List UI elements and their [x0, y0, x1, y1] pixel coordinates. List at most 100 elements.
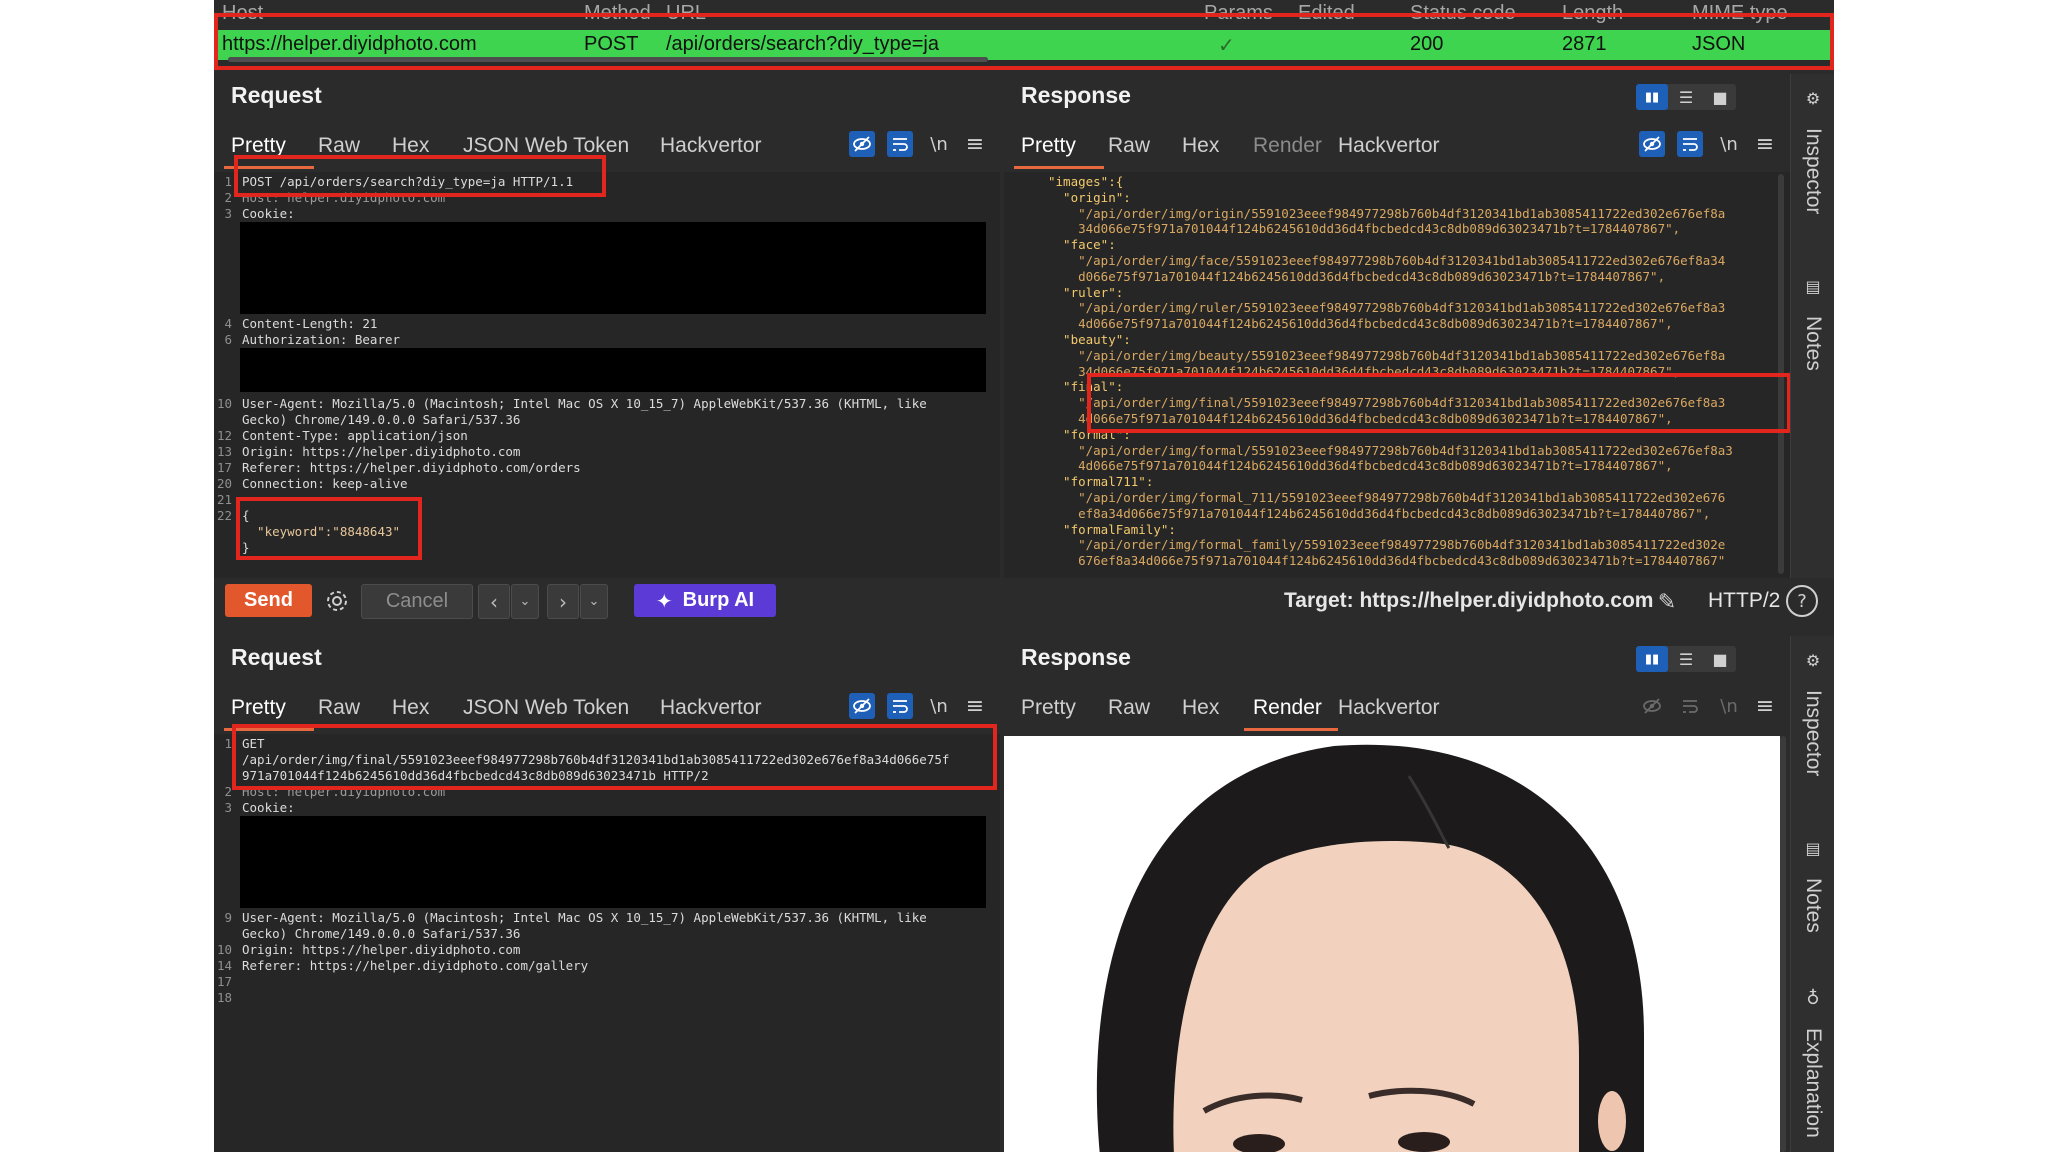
line-number: 13 [216, 444, 232, 459]
split-vertical-icon[interactable]: ▮▮ [1636, 646, 1668, 672]
tab-hex[interactable]: Hex [392, 696, 429, 720]
menu-icon[interactable]: ≡ [1752, 693, 1778, 719]
tab-hackvertor[interactable]: Hackvertor [660, 134, 762, 158]
row-url: /api/orders/search?diy_type=ja [666, 33, 939, 55]
tab-hex[interactable]: Hex [1182, 134, 1219, 158]
pane-title: Request [231, 82, 322, 108]
inspector-tab[interactable]: Inspector [1801, 690, 1825, 776]
split-horizontal-icon[interactable]: ☰ [1670, 646, 1702, 672]
newline-icon[interactable]: \n [1716, 131, 1742, 157]
eye-slash-icon[interactable] [1639, 131, 1665, 157]
origin-header: Origin: https://helper.diyidphoto.com [242, 942, 521, 957]
wrap-icon[interactable] [887, 693, 913, 719]
history-scrollbar[interactable] [228, 57, 988, 62]
user-agent-header: User-Agent: Mozilla/5.0 (Macintosh; Inte… [242, 910, 927, 925]
burp-ai-button[interactable]: ✦ Burp AI [634, 584, 776, 617]
tab-raw[interactable]: Raw [318, 134, 360, 158]
pencil-icon[interactable]: ✎ [1651, 586, 1683, 618]
wrap-icon[interactable] [1677, 131, 1703, 157]
sparkle-icon: ✦ [655, 588, 673, 613]
send-button[interactable]: Send [225, 584, 312, 617]
tab-raw[interactable]: Raw [1108, 696, 1150, 720]
tab-hackvertor[interactable]: Hackvertor [1338, 134, 1440, 158]
cookie-header: Cookie: [242, 206, 295, 221]
newline-icon[interactable]: \n [926, 131, 952, 157]
tab-json-web-token[interactable]: JSON Web Token [463, 134, 629, 158]
repeater-toolbar: Send Cancel ‹ ⌄ › ⌄ ✦ Burp AI Target: ht… [214, 580, 1834, 626]
forward-history-dropdown[interactable]: ⌄ [580, 584, 608, 619]
inspector-icon[interactable]: ⚙ [1801, 86, 1825, 110]
response-json-line: "ruler": [1048, 284, 1124, 300]
split-vertical-icon[interactable]: ▮▮ [1636, 84, 1668, 110]
back-history-dropdown[interactable]: ⌄ [511, 584, 539, 619]
request-editor[interactable]: 1 2 3 9 10 14 17 18 GET /api/order/img/f… [214, 734, 1000, 1152]
col-url[interactable]: URL [666, 2, 706, 25]
menu-icon[interactable]: ≡ [1752, 131, 1778, 157]
cancel-button[interactable]: Cancel [361, 584, 473, 619]
tab-pretty[interactable]: Pretty [231, 134, 286, 158]
col-params[interactable]: Params [1204, 2, 1273, 25]
tab-hex[interactable]: Hex [1182, 696, 1219, 720]
authorization-header: Authorization: Bearer [242, 332, 401, 347]
menu-icon[interactable]: ≡ [962, 131, 988, 157]
burp-repeater-window: Host Method URL Params Edited Status cod… [214, 0, 1834, 1152]
col-mime[interactable]: MIME type [1692, 2, 1788, 25]
notes-tab[interactable]: Notes [1801, 316, 1825, 371]
tab-raw[interactable]: Raw [1108, 134, 1150, 158]
tab-render[interactable]: Render [1253, 696, 1322, 720]
notes-icon[interactable]: ▤ [1801, 274, 1825, 298]
response-json-line: "/api/order/img/formal_family/5591023eee… [1048, 537, 1726, 553]
render-scrollbar[interactable] [1780, 736, 1786, 1152]
col-status[interactable]: Status code [1410, 2, 1516, 25]
line-number: 3 [224, 206, 232, 221]
protocol-label[interactable]: HTTP/2 [1708, 589, 1780, 613]
col-host[interactable]: Host [222, 2, 263, 25]
single-pane-icon[interactable]: ■ [1704, 646, 1736, 672]
gear-icon[interactable] [321, 585, 353, 617]
request-path-cont: 971a701044f124b6245610dd36d4fbcbedcd43c8… [242, 768, 709, 783]
body-open: { [242, 508, 250, 523]
tab-hackvertor[interactable]: Hackvertor [1338, 696, 1440, 720]
response-json-line: "images":{ [1048, 174, 1124, 189]
wrap-icon[interactable] [887, 131, 913, 157]
single-pane-icon[interactable]: ■ [1704, 84, 1736, 110]
lightbulb-icon[interactable]: ♁ [1801, 986, 1825, 1010]
user-agent-cont: Gecko) Chrome/149.0.0.0 Safari/537.36 [242, 412, 521, 427]
response-json-line: 4d066e75f971a701044f124b6245610dd36d4fbc… [1048, 458, 1673, 474]
line-number: 17 [216, 974, 232, 989]
tab-pretty[interactable]: Pretty [231, 696, 286, 720]
response-editor[interactable]: "images":{ "origin": "/api/order/img/ori… [1004, 172, 1790, 578]
tab-pretty[interactable]: Pretty [1021, 134, 1076, 158]
explanation-tab[interactable]: Explanation [1801, 1028, 1825, 1138]
response-scrollbar[interactable] [1778, 174, 1784, 574]
tab-raw[interactable]: Raw [318, 696, 360, 720]
col-length[interactable]: Length [1562, 2, 1623, 25]
col-edited[interactable]: Edited [1298, 2, 1355, 25]
inspector-tab[interactable]: Inspector [1801, 128, 1825, 214]
split-horizontal-icon[interactable]: ☰ [1670, 84, 1702, 110]
eye-slash-icon[interactable] [849, 693, 875, 719]
tab-json-web-token[interactable]: JSON Web Token [463, 696, 629, 720]
body-keyword: "keyword":"8848643" [242, 524, 401, 539]
newline-icon[interactable]: \n [926, 693, 952, 719]
notes-icon[interactable]: ▤ [1801, 836, 1825, 860]
redacted-token [240, 348, 986, 392]
request-editor[interactable]: 1 2 3 4 6 10 12 13 17 20 21 22 POST /api… [214, 172, 1000, 578]
inspector-icon[interactable]: ⚙ [1801, 648, 1825, 672]
eye-slash-icon[interactable] [849, 131, 875, 157]
notes-tab[interactable]: Notes [1801, 878, 1825, 933]
help-icon[interactable]: ? [1786, 585, 1818, 617]
menu-icon[interactable]: ≡ [962, 693, 988, 719]
back-button[interactable]: ‹ [478, 584, 510, 619]
tab-hackvertor[interactable]: Hackvertor [660, 696, 762, 720]
response-json-line: 4d066e75f971a701044f124b6245610dd36d4fbc… [1048, 411, 1673, 426]
line-number: 2 [224, 190, 232, 205]
tab-pretty[interactable]: Pretty [1021, 696, 1076, 720]
history-selected-row[interactable]: https://helper.diyidphoto.com POST /api/… [218, 30, 1830, 60]
col-method[interactable]: Method [584, 2, 651, 25]
redacted-cookie [240, 222, 986, 314]
tab-hex[interactable]: Hex [392, 134, 429, 158]
forward-button[interactable]: › [547, 584, 579, 619]
response-json-line: "formal711": [1048, 474, 1154, 490]
tab-render[interactable]: Render [1253, 134, 1322, 158]
